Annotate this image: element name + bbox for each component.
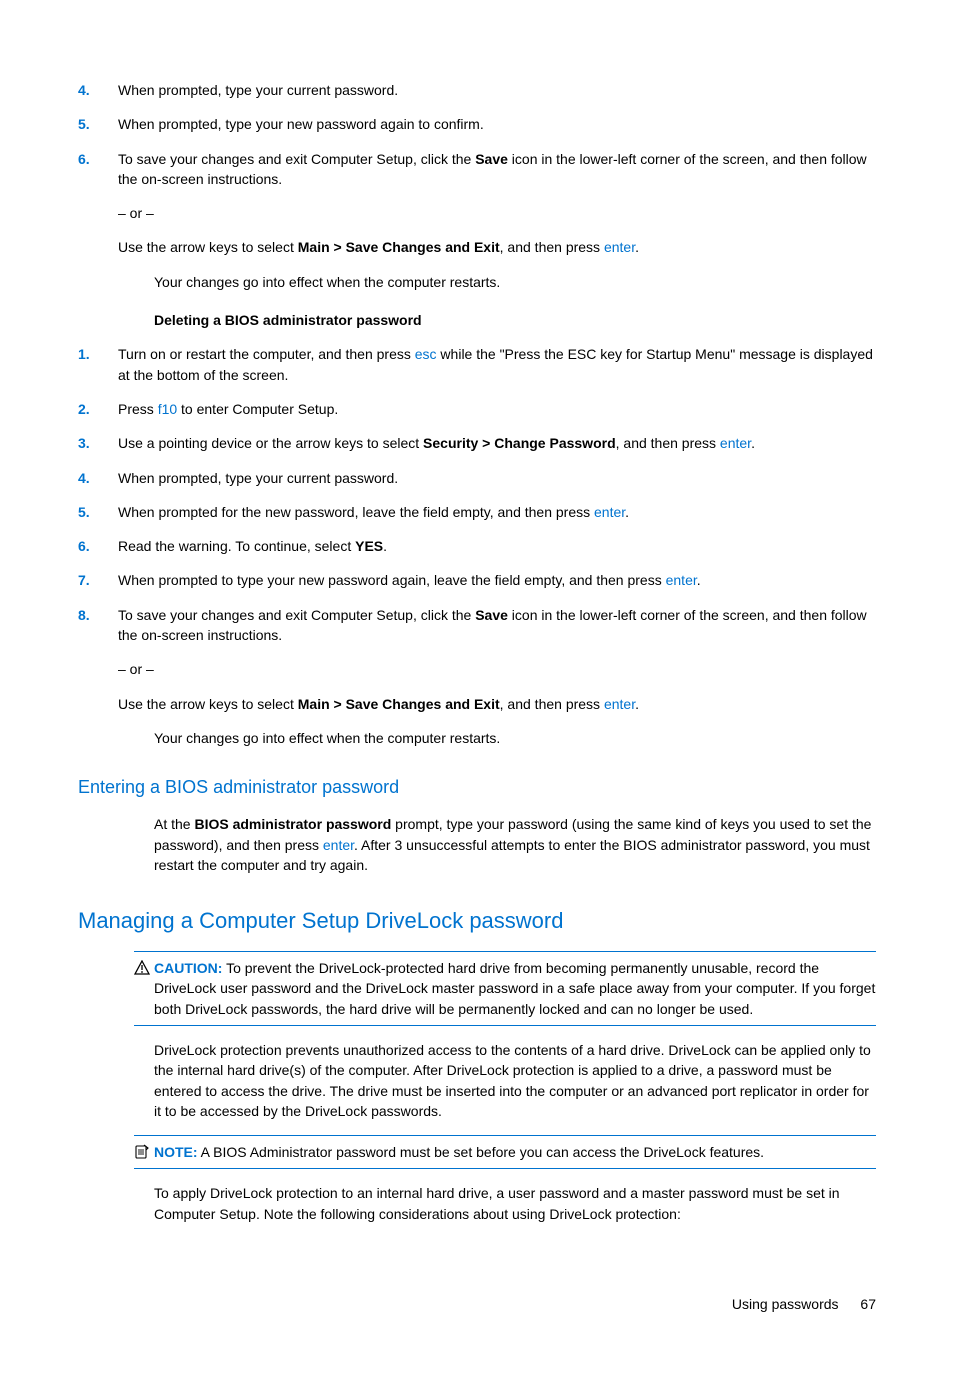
heading-entering-bios-password: Entering a BIOS administrator password	[78, 774, 876, 800]
list-item: 7. When prompted to type your new passwo…	[78, 570, 876, 590]
step-number: 7.	[78, 570, 118, 590]
step-text: Use a pointing device or the arrow keys …	[118, 433, 876, 453]
step-number: 5.	[78, 502, 118, 522]
list-item: 6. Read the warning. To continue, select…	[78, 536, 876, 556]
caution-label: CAUTION:	[154, 960, 222, 976]
step-text: Read the warning. To continue, select YE…	[118, 536, 876, 556]
step-number: 6.	[78, 536, 118, 556]
paragraph: At the BIOS administrator password promp…	[154, 814, 876, 875]
note-icon	[134, 1142, 154, 1162]
step-number: 1.	[78, 344, 118, 385]
step-text: Turn on or restart the computer, and the…	[118, 344, 876, 385]
step-number: 4.	[78, 468, 118, 488]
list-item: 5. When prompted for the new password, l…	[78, 502, 876, 522]
step-text: Press f10 to enter Computer Setup.	[118, 399, 876, 419]
alt-instruction: Use the arrow keys to select Main > Save…	[118, 237, 876, 257]
or-separator: – or –	[118, 203, 876, 223]
list-item: 6. To save your changes and exit Compute…	[78, 149, 876, 258]
step-text: To save your changes and exit Computer S…	[118, 149, 876, 258]
step-text: When prompted, type your current passwor…	[118, 468, 876, 488]
note-label: NOTE:	[154, 1144, 198, 1160]
subsection-heading: Deleting a BIOS administrator password	[154, 310, 876, 330]
step-number: 3.	[78, 433, 118, 453]
step-text: When prompted to type your new password …	[118, 570, 876, 590]
or-separator: – or –	[118, 659, 876, 679]
list-item: 5. When prompted, type your new password…	[78, 114, 876, 134]
caution-icon	[134, 958, 154, 1019]
list-item: 2. Press f10 to enter Computer Setup.	[78, 399, 876, 419]
steps-list-a: 4. When prompted, type your current pass…	[78, 80, 876, 258]
steps-list-b: 1. Turn on or restart the computer, and …	[78, 344, 876, 714]
step-text: When prompted for the new password, leav…	[118, 502, 876, 522]
note-box: NOTE: A BIOS Administrator password must…	[134, 1135, 876, 1169]
step-text: To save your changes and exit Computer S…	[118, 605, 876, 714]
paragraph: Your changes go into effect when the com…	[154, 728, 876, 748]
page-number: 67	[860, 1296, 876, 1312]
step-text: When prompted, type your new password ag…	[118, 114, 876, 134]
step-number: 4.	[78, 80, 118, 100]
step-number: 2.	[78, 399, 118, 419]
page-footer: Using passwords 67	[78, 1294, 876, 1314]
heading-managing-drivelock: Managing a Computer Setup DriveLock pass…	[78, 905, 876, 937]
list-item: 4. When prompted, type your current pass…	[78, 80, 876, 100]
note-text: NOTE: A BIOS Administrator password must…	[154, 1142, 876, 1162]
alt-instruction: Use the arrow keys to select Main > Save…	[118, 694, 876, 714]
step-number: 5.	[78, 114, 118, 134]
step-text: When prompted, type your current passwor…	[118, 80, 876, 100]
paragraph: Your changes go into effect when the com…	[154, 272, 876, 292]
footer-section: Using passwords	[732, 1296, 839, 1312]
list-item: 3. Use a pointing device or the arrow ke…	[78, 433, 876, 453]
step-number: 6.	[78, 149, 118, 258]
list-item: 1. Turn on or restart the computer, and …	[78, 344, 876, 385]
caution-box: CAUTION: To prevent the DriveLock-protec…	[134, 951, 876, 1026]
list-item: 8. To save your changes and exit Compute…	[78, 605, 876, 714]
step-number: 8.	[78, 605, 118, 714]
paragraph: To apply DriveLock protection to an inte…	[154, 1183, 876, 1224]
list-item: 4. When prompted, type your current pass…	[78, 468, 876, 488]
paragraph: DriveLock protection prevents unauthoriz…	[154, 1040, 876, 1121]
caution-text: CAUTION: To prevent the DriveLock-protec…	[154, 958, 876, 1019]
